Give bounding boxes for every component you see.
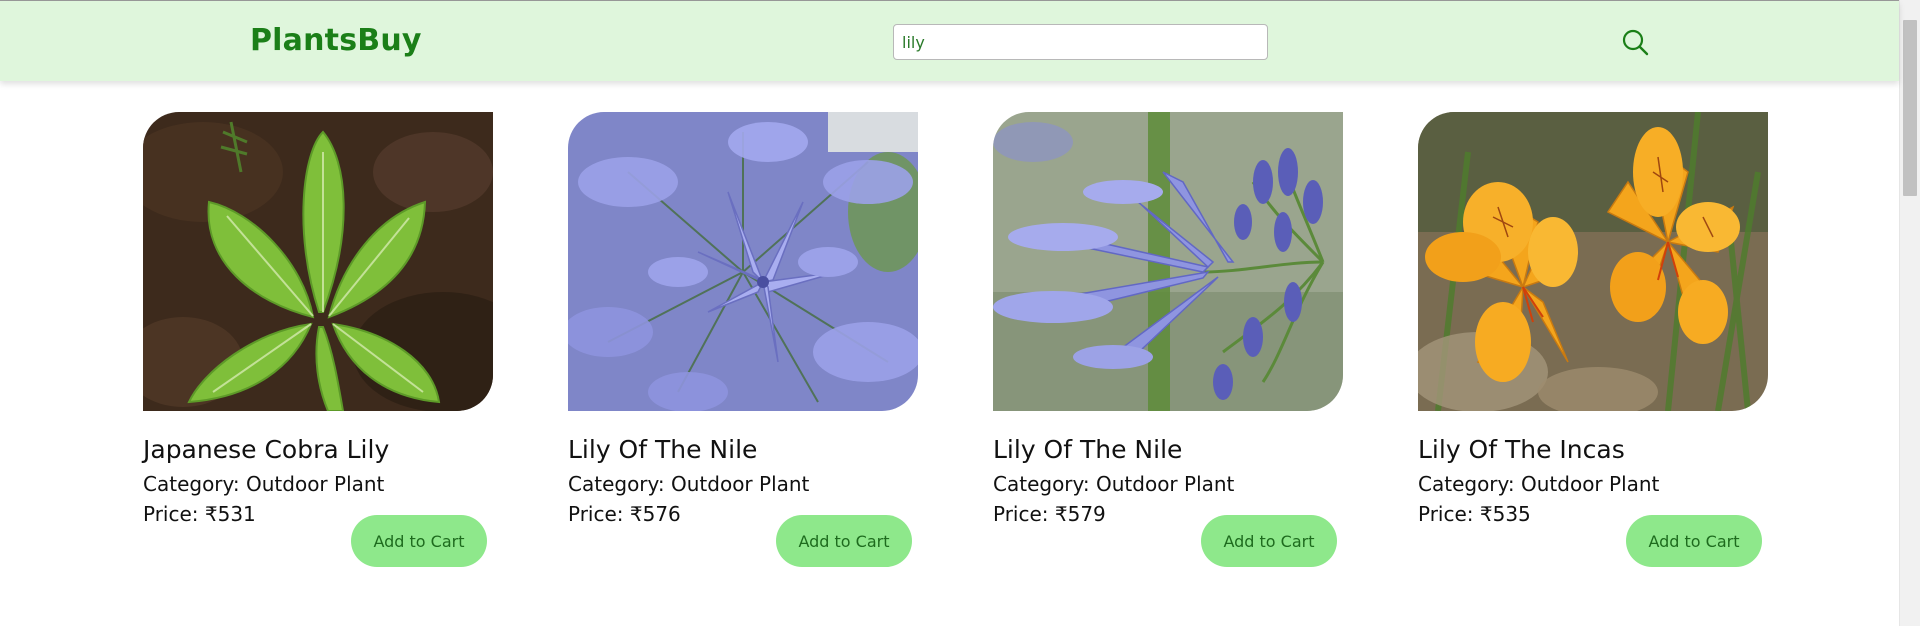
brand-logo[interactable]: PlantsBuy: [250, 22, 422, 60]
product-name: Lily Of The Nile: [993, 435, 1183, 464]
add-to-cart-button[interactable]: Add to Cart: [351, 515, 487, 567]
product-image-lily-of-the-nile-closeup[interactable]: [993, 112, 1343, 411]
product-price: Price: ₹535: [1418, 502, 1531, 526]
product-image-lily-of-the-nile[interactable]: [568, 112, 918, 411]
product-category: Category: Outdoor Plant: [568, 472, 810, 496]
add-to-cart-button[interactable]: Add to Cart: [1626, 515, 1762, 567]
product-image-japanese-cobra-lily[interactable]: [143, 112, 493, 411]
product-price: Price: ₹531: [143, 502, 256, 526]
navbar: PlantsBuy: [0, 1, 1899, 81]
product-category: Category: Outdoor Plant: [143, 472, 385, 496]
page-scrollbar[interactable]: [1899, 0, 1920, 626]
product-card: Lily Of The Nile Category: Outdoor Plant…: [568, 112, 918, 582]
product-image-lily-of-the-incas[interactable]: [1418, 112, 1768, 411]
search-icon: [1622, 29, 1649, 56]
add-to-cart-button[interactable]: Add to Cart: [1201, 515, 1337, 567]
product-name: Lily Of The Nile: [568, 435, 758, 464]
product-card: Lily Of The Nile Category: Outdoor Plant…: [993, 112, 1343, 582]
product-price: Price: ₹579: [993, 502, 1106, 526]
product-card: Japanese Cobra Lily Category: Outdoor Pl…: [143, 112, 493, 582]
product-name: Japanese Cobra Lily: [143, 435, 390, 464]
search-button[interactable]: [1620, 27, 1652, 59]
product-category: Category: Outdoor Plant: [1418, 472, 1660, 496]
add-to-cart-button[interactable]: Add to Cart: [776, 515, 912, 567]
product-price: Price: ₹576: [568, 502, 681, 526]
search-input[interactable]: [893, 24, 1268, 60]
product-card: Lily Of The Incas Category: Outdoor Plan…: [1418, 112, 1768, 582]
scrollbar-thumb[interactable]: [1903, 20, 1917, 196]
product-name: Lily Of The Incas: [1418, 435, 1625, 464]
product-category: Category: Outdoor Plant: [993, 472, 1235, 496]
